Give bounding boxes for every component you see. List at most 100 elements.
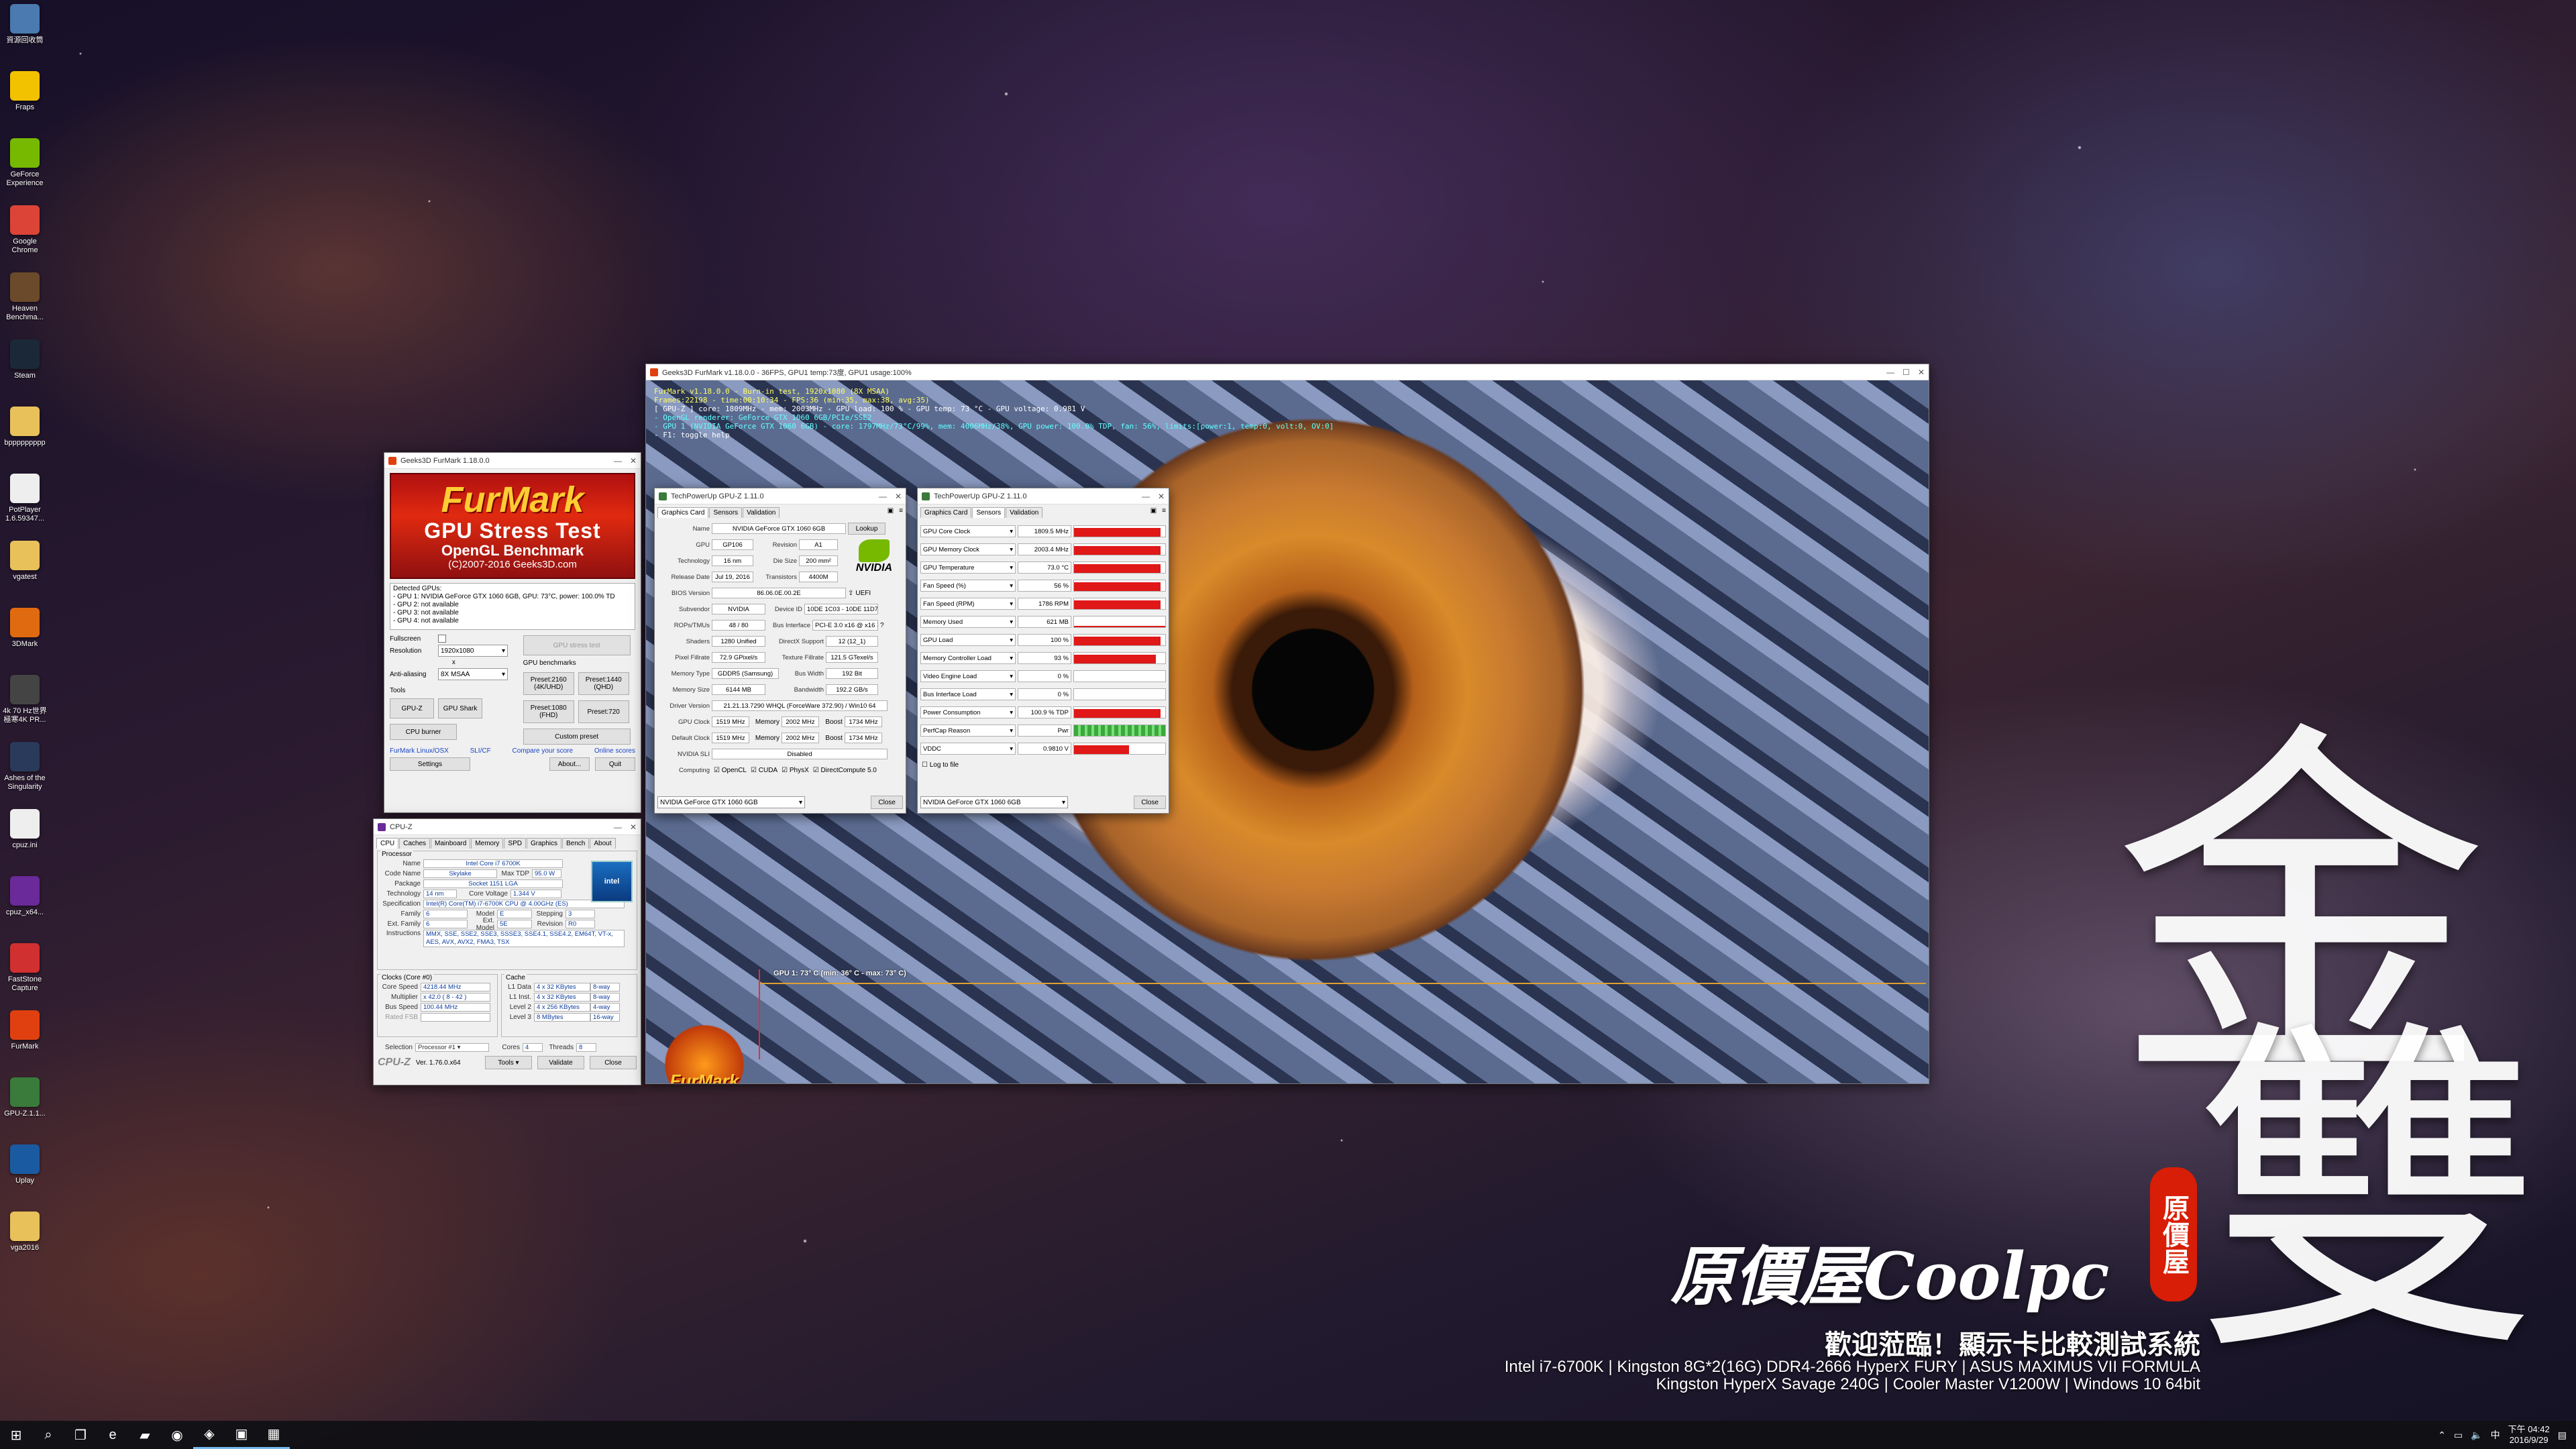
close-button[interactable]: Close [1134, 796, 1166, 809]
titlebar[interactable]: CPU-Z — ✕ [374, 819, 641, 835]
tab-graphics-card[interactable]: Graphics Card [657, 507, 709, 518]
tab-memory[interactable]: Memory [471, 838, 504, 849]
desktop-icon[interactable]: GPU-Z.1.1... [3, 1077, 47, 1143]
cpuz-icon[interactable]: ▣ [225, 1421, 258, 1449]
sensor-label-dropdown[interactable]: Memory Controller Load ▾ [920, 651, 1016, 664]
gpuz-button[interactable]: GPU-Z [390, 698, 434, 718]
chrome-icon[interactable]: ◉ [161, 1421, 193, 1449]
tab-sensors[interactable]: Sensors [709, 507, 743, 518]
task-view-icon[interactable]: ❐ [64, 1421, 97, 1449]
preset-1080-button[interactable]: Preset:1080 (FHD) [523, 700, 574, 723]
sensor-label-dropdown[interactable]: Fan Speed (%) ▾ [920, 579, 1016, 592]
validate-button[interactable]: Validate [537, 1056, 584, 1069]
about-button[interactable]: About... [549, 757, 590, 771]
help-icon[interactable]: ? [880, 622, 884, 629]
cpu-burner-button[interactable]: CPU burner [390, 724, 457, 740]
desktop-icon[interactable]: bppppppppp [3, 407, 47, 472]
share-icon[interactable]: ⇪ [848, 590, 853, 597]
sensor-label-dropdown[interactable]: GPU Load ▾ [920, 633, 1016, 646]
maximize-icon[interactable]: ☐ [1902, 368, 1910, 377]
menu-icon[interactable]: ≡ [899, 507, 903, 518]
camera-icon[interactable]: ▣ [1150, 507, 1157, 518]
log-to-file-checkbox[interactable]: ☐ Log to file [922, 761, 1165, 769]
notifications-icon[interactable]: ▤ [2558, 1430, 2567, 1441]
desktop-icon[interactable]: FurMark [3, 1010, 47, 1076]
close-button[interactable]: Close [871, 796, 903, 809]
settings-button[interactable]: Settings [390, 757, 470, 771]
desktop-icon[interactable]: 資源回收筒 [3, 4, 47, 70]
tab-mainboard[interactable]: Mainboard [431, 838, 471, 849]
close-icon[interactable]: ✕ [1158, 492, 1165, 501]
desktop-icon[interactable]: GeForce Experience [3, 138, 47, 204]
opencl-checkbox[interactable]: ☑ OpenCL [714, 767, 747, 774]
tab-validation[interactable]: Validation [1006, 507, 1043, 518]
camera-icon[interactable]: ▣ [888, 507, 894, 518]
quit-button[interactable]: Quit [595, 757, 635, 771]
minimize-icon[interactable]: — [879, 492, 887, 501]
sensor-label-dropdown[interactable]: GPU Core Clock ▾ [920, 525, 1016, 537]
tab-caches[interactable]: Caches [399, 838, 431, 849]
fullscreen-checkbox[interactable] [438, 635, 446, 643]
antialiasing-select[interactable]: 8X MSAA ▾ [438, 668, 508, 680]
preset-1440-button[interactable]: Preset:1440 (QHD) [578, 672, 629, 695]
edge-icon[interactable]: e [97, 1421, 129, 1449]
volume-icon[interactable]: 🔈 [2471, 1430, 2482, 1441]
tab-sensors[interactable]: Sensors [972, 507, 1006, 518]
physx-checkbox[interactable]: ☑ PhysX [782, 767, 809, 774]
tab-validation[interactable]: Validation [743, 507, 780, 518]
desktop-icon[interactable]: Google Chrome [3, 205, 47, 271]
search-icon[interactable]: ⌕ [32, 1421, 64, 1449]
sensor-label-dropdown[interactable]: GPU Memory Clock ▾ [920, 543, 1016, 555]
tab-graphics-card[interactable]: Graphics Card [920, 507, 972, 518]
sensor-label-dropdown[interactable]: GPU Temperature ▾ [920, 561, 1016, 574]
desktop-icon[interactable]: vgatest [3, 541, 47, 606]
gpu-stress-test-button[interactable]: GPU stress test [523, 635, 631, 655]
tab-bench[interactable]: Bench [562, 838, 590, 849]
cuda-checkbox[interactable]: ☑ CUDA [751, 767, 777, 774]
desktop-icon[interactable]: Uplay [3, 1144, 47, 1210]
titlebar[interactable]: Geeks3D FurMark 1.18.0.0 — ✕ [384, 453, 641, 469]
processor-select[interactable]: Processor #1 ▾ [415, 1043, 489, 1052]
file-explorer-icon[interactable]: ▰ [129, 1421, 161, 1449]
gpushark-button[interactable]: GPU Shark [438, 698, 482, 718]
link-sli-cf[interactable]: SLI/CF [470, 747, 491, 755]
network-icon[interactable]: ▭ [2454, 1430, 2463, 1441]
desktop-icon[interactable]: Fraps [3, 71, 47, 137]
titlebar[interactable]: Geeks3D FurMark v1.18.0.0 - 36FPS, GPU1 … [646, 364, 1929, 380]
desktop-icon[interactable]: Steam [3, 339, 47, 405]
close-icon[interactable]: ✕ [630, 822, 637, 832]
desktop-icon[interactable]: vga2016 [3, 1212, 47, 1277]
sensor-label-dropdown[interactable]: PerfCap Reason ▾ [920, 724, 1016, 737]
desktop-icon[interactable]: cpuz_x64... [3, 876, 47, 942]
minimize-icon[interactable]: — [614, 456, 622, 466]
tab-about[interactable]: About [590, 838, 616, 849]
preset-2160-button[interactable]: Preset:2160 (4K/UHD) [523, 672, 574, 695]
menu-icon[interactable]: ≡ [1162, 507, 1166, 518]
minimize-icon[interactable]: — [614, 822, 622, 832]
windows-start-icon[interactable]: ⊞ [0, 1421, 32, 1449]
minimize-icon[interactable]: — [1142, 492, 1150, 501]
tab-cpu[interactable]: CPU [376, 838, 399, 849]
sensor-label-dropdown[interactable]: Video Engine Load ▾ [920, 669, 1016, 682]
link-compare-score[interactable]: Compare your score [512, 747, 573, 755]
gpu-select[interactable]: NVIDIA GeForce GTX 1060 6GB ▾ [657, 796, 805, 808]
titlebar[interactable]: TechPowerUp GPU-Z 1.11.0 — ✕ [655, 488, 906, 504]
sensor-label-dropdown[interactable]: VDDC ▾ [920, 742, 1016, 755]
desktop-icon[interactable]: Ashes of the Singularity [3, 742, 47, 808]
preset-720-button[interactable]: Preset:720 [578, 700, 629, 723]
sensor-label-dropdown[interactable]: Fan Speed (RPM) ▾ [920, 597, 1016, 610]
close-icon[interactable]: ✕ [630, 456, 637, 466]
tools-button[interactable]: Tools ▾ [485, 1056, 532, 1069]
sensor-label-dropdown[interactable]: Memory Used ▾ [920, 615, 1016, 628]
resolution-select[interactable]: 1920x1080 ▾ [438, 645, 508, 657]
furmark-icon[interactable]: ◈ [193, 1421, 225, 1449]
tab-spd[interactable]: SPD [504, 838, 526, 849]
desktop-icon[interactable]: Heaven Benchma... [3, 272, 47, 338]
desktop-icon[interactable]: PotPlayer 1.6.59347... [3, 474, 47, 539]
sensor-label-dropdown[interactable]: Bus Interface Load ▾ [920, 688, 1016, 700]
desktop-icon[interactable]: 3DMark [3, 608, 47, 674]
desktop-icon[interactable]: 4k 70 Hz世界 極寒4K PR... [3, 675, 47, 741]
directcompute-checkbox[interactable]: ☑ DirectCompute 5.0 [813, 767, 877, 774]
close-button[interactable]: Close [590, 1056, 637, 1069]
close-icon[interactable]: ✕ [895, 492, 902, 501]
